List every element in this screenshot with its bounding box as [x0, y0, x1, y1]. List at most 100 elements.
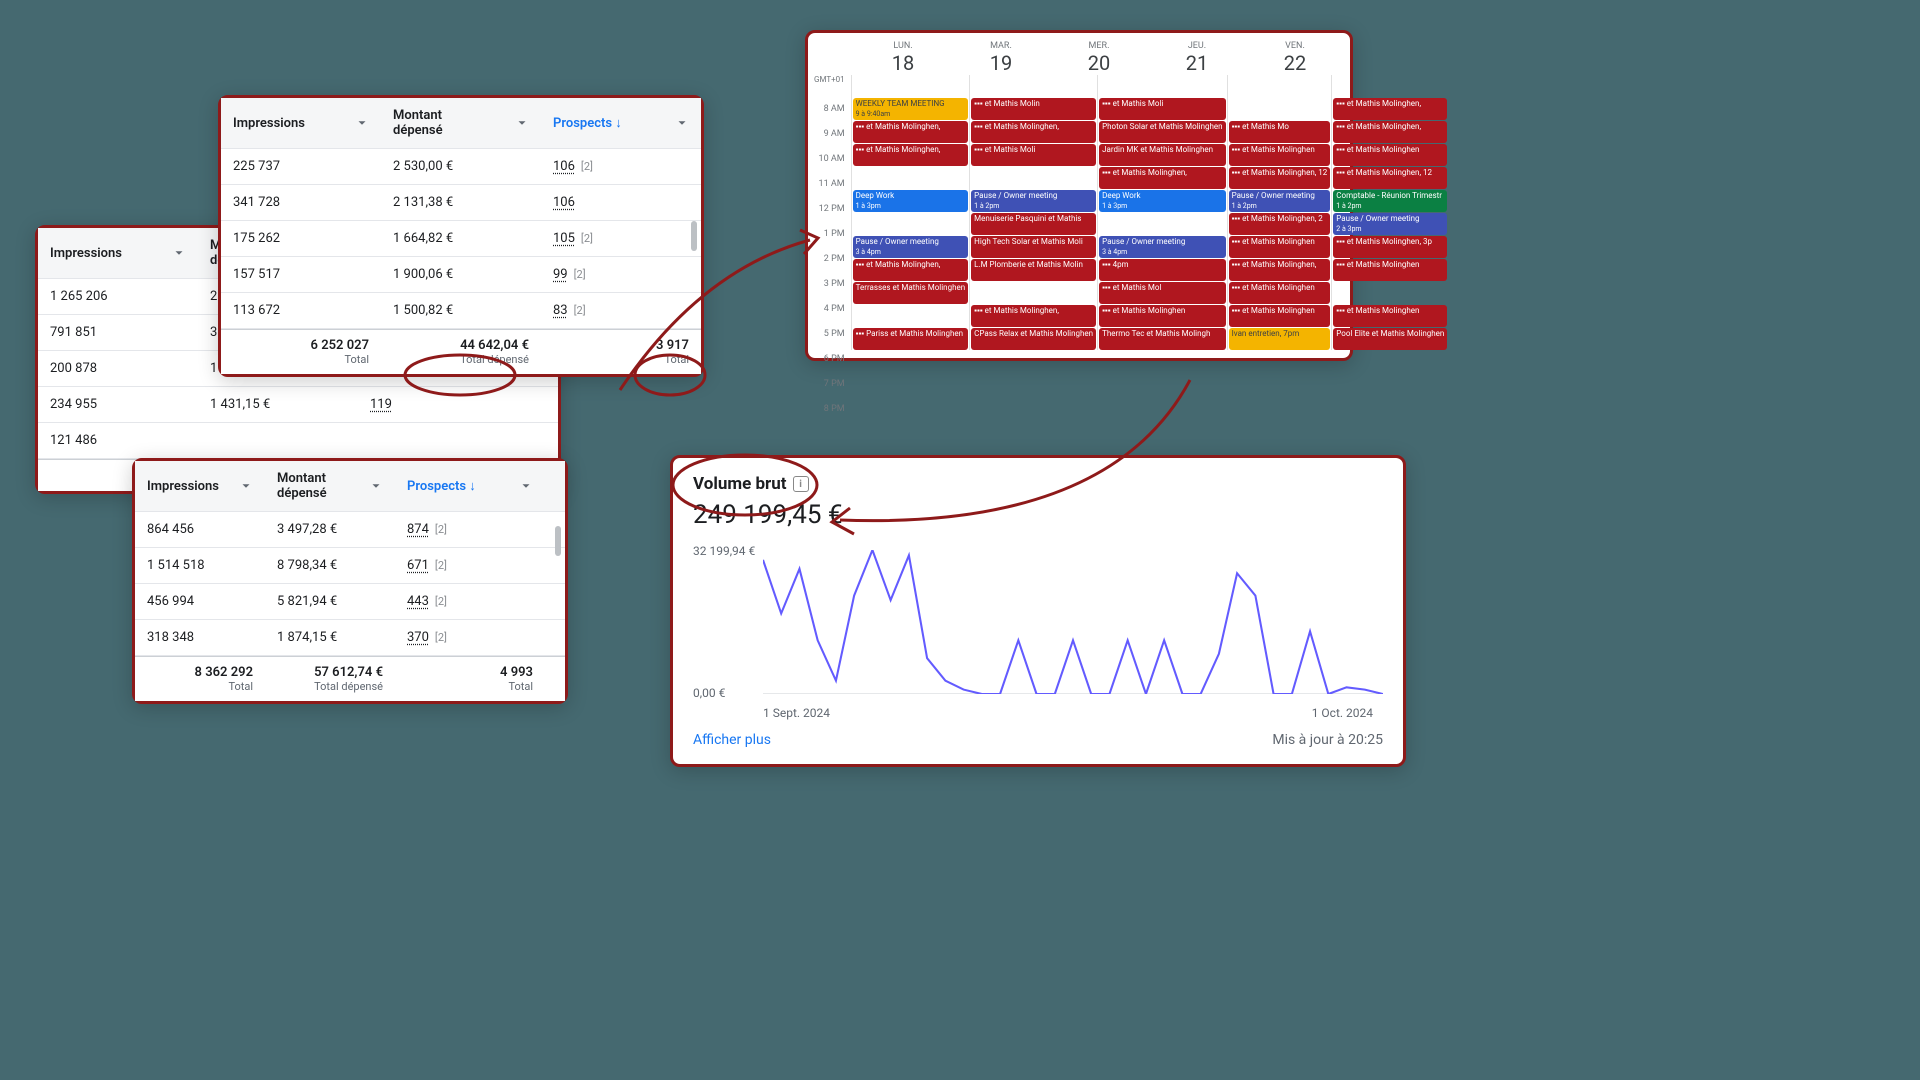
calendar-event[interactable]: ▪▪▪ et Mathis Molinghen, [971, 305, 1096, 327]
calendar-event[interactable]: Comptable - Réunion Trimestr1 à 2pm [1333, 190, 1447, 212]
col-prospects[interactable]: Prospects ↓ [541, 105, 701, 141]
cell-imp: 113 672 [221, 293, 381, 328]
table-row[interactable]: 864 4563 497,28 €874[2] [135, 512, 565, 548]
cell-mon: 8 798,34 € [265, 548, 395, 583]
calendar-event[interactable]: WEEKLY TEAM MEETING9 à 9:40am [853, 98, 969, 120]
tb3-rows: 864 4563 497,28 €874[2]1 514 5188 798,34… [135, 512, 565, 656]
calendar-event[interactable]: ▪▪▪ et Mathis Molinghen [1229, 236, 1331, 258]
col-impressions[interactable]: Impressions [38, 236, 198, 271]
calendar-event[interactable]: Pool Elite et Mathis Molinghen [1333, 328, 1447, 350]
calendar-event[interactable]: Pause / Owner meeting1 à 2pm [971, 190, 1096, 212]
cell-mon: 2 131,38 € [381, 185, 541, 220]
calendar-event[interactable]: Terrasses et Mathis Molinghen [853, 282, 969, 304]
calendar-event[interactable]: ▪▪▪ et Mathis Molinghen, 12 [1229, 167, 1331, 189]
calendar-event[interactable]: ▪▪▪ et Mathis Molinghen, [853, 144, 969, 166]
table-row[interactable]: 456 9945 821,94 €443[2] [135, 584, 565, 620]
cell-pro: 370[2] [395, 620, 545, 655]
calendar-event[interactable]: ▪▪▪ et Mathis Molinghen, [1229, 259, 1331, 281]
calendar-event[interactable]: ▪▪▪ et Mathis Molinghen, [971, 121, 1096, 143]
tb1-rows: 225 7372 530,00 €106[2]341 7282 131,38 €… [221, 149, 701, 329]
calendar-event[interactable]: ▪▪▪ et Mathis Molinghen, [853, 259, 969, 281]
show-more-link[interactable]: Afficher plus [693, 732, 771, 748]
table-row[interactable]: 318 3481 874,15 €370[2] [135, 620, 565, 656]
table-row[interactable]: 113 6721 500,82 €83[2] [221, 293, 701, 329]
abs-col-2: ▪▪▪ et Mathis MoliPhoton Solar et Mathis… [1097, 75, 1227, 350]
calendar-event[interactable]: ▪▪▪ et Mathis Molinghen [1333, 259, 1447, 281]
day-header[interactable]: MER.20 [1050, 41, 1148, 75]
calendar-event[interactable]: ▪▪▪ et Mathis Molinghen, [1333, 98, 1447, 120]
calendar-event[interactable]: Deep Work1 à 3pm [853, 190, 969, 212]
totals-row: 6 252 027Total 44 642,04 €Total dépensé … [221, 329, 701, 374]
scrollbar[interactable] [691, 221, 697, 251]
total-value: 6 252 027 [233, 338, 369, 353]
cell-pro [358, 431, 518, 451]
calendar-event[interactable]: ▪▪▪ et Mathis Moli [971, 144, 1096, 166]
table-row[interactable]: 1 514 5188 798,34 €671[2] [135, 548, 565, 584]
col-prospects[interactable]: Prospects ↓ [395, 468, 545, 504]
calendar-event[interactable]: ▪▪▪ et Mathis Molinghen, 12 [1333, 167, 1447, 189]
calendar-event[interactable]: ▪▪▪ et Mathis Molin [971, 98, 1096, 120]
calendar-event[interactable]: ▪▪▪ Pariss et Mathis Molinghen [853, 328, 969, 350]
calendar-event[interactable]: CPass Relax et Mathis Molinghen [971, 328, 1096, 350]
table-row[interactable]: 341 7282 131,38 €106 [221, 185, 701, 221]
calendar-event[interactable]: Pause / Owner meeting1 à 2pm [1229, 190, 1331, 212]
calendar-event[interactable]: Menuiserie Pasquini et Mathis [971, 213, 1096, 235]
table-row[interactable]: 234 9551 431,15 €119 [38, 387, 558, 423]
y-axis-max: 32 199,94 € [693, 544, 755, 558]
total-value: 3 917 [553, 338, 689, 353]
calendar-event[interactable]: L.M Plomberie et Mathis Molin [971, 259, 1096, 281]
calendar-event[interactable]: High Tech Solar et Mathis Moli [971, 236, 1096, 258]
calendar-event[interactable]: Jardin MK et Mathis Molinghen [1099, 144, 1226, 166]
calendar-event[interactable]: Pause / Owner meeting3 à 4pm [1099, 236, 1226, 258]
calendar-event[interactable]: ▪▪▪ et Mathis Molinghen [1333, 144, 1447, 166]
day-header[interactable]: JEU.21 [1148, 41, 1246, 75]
calendar-event[interactable]: ▪▪▪ et Mathis Molinghen [1229, 305, 1331, 327]
hour-label: 4 PM [814, 304, 845, 329]
calendar-event[interactable]: ▪▪▪ et Mathis Molinghen, 3p [1333, 236, 1447, 258]
calendar-event[interactable]: Photon Solar et Mathis Molinghen [1099, 121, 1226, 143]
calendar-event[interactable]: Pause / Owner meeting2 à 3pm [1333, 213, 1447, 235]
table-row[interactable]: 157 5171 900,06 €99[2] [221, 257, 701, 293]
hour-label: 7 PM [814, 379, 845, 404]
scrollbar[interactable] [555, 526, 561, 556]
calendar-event[interactable]: ▪▪▪ et Mathis Molinghen, [1333, 121, 1447, 143]
calendar-event[interactable]: Deep Work1 à 3pm [1099, 190, 1226, 212]
col-montant[interactable]: Montant dépensé [381, 98, 541, 148]
calendar-panel: LUN.18 MAR.19 MER.20 JEU.21 VEN.22 GMT+0… [805, 30, 1353, 361]
col-impressions[interactable]: Impressions [221, 106, 381, 141]
day-header[interactable]: MAR.19 [952, 41, 1050, 75]
calendar-event[interactable]: Ivan entretien, 7pm [1229, 328, 1331, 350]
table-row[interactable]: 225 7372 530,00 €106[2] [221, 149, 701, 185]
calendar-event[interactable]: ▪▪▪ 4pm [1099, 259, 1226, 281]
chevron-down-icon [519, 479, 533, 493]
chevron-down-icon [369, 479, 383, 493]
cell-mon: 1 900,06 € [381, 257, 541, 292]
calendar-event[interactable]: ▪▪▪ et Mathis Molinghen [1099, 305, 1226, 327]
calendar-event [1333, 282, 1447, 304]
cal-hours: 8 AM9 AM10 AM11 AM12 PM1 PM2 PM3 PM4 PM5… [814, 104, 845, 129]
calendar-event[interactable]: ▪▪▪ et Mathis Molinghen [1333, 305, 1447, 327]
calendar-event[interactable]: ▪▪▪ et Mathis Mol [1099, 282, 1226, 304]
calendar-event[interactable]: ▪▪▪ et Mathis Molinghen [1229, 144, 1331, 166]
calendar-event[interactable]: ▪▪▪ et Mathis Molinghen [1229, 282, 1331, 304]
calendar-event [853, 167, 969, 189]
cell-pro: 443[2] [395, 584, 545, 619]
table-header-row: Impressions Montant dépensé Prospects ↓ [135, 461, 565, 512]
calendar-event[interactable]: Thermo Tec et Mathis Molingh [1099, 328, 1226, 350]
cell-pro: 105[2] [541, 221, 701, 256]
table-row[interactable]: 121 486 [38, 423, 558, 459]
day-header[interactable]: VEN.22 [1246, 41, 1344, 75]
calendar-event[interactable]: ▪▪▪ et Mathis Molinghen, [1099, 167, 1226, 189]
calendar-event[interactable]: Pause / Owner meeting3 à 4pm [853, 236, 969, 258]
calendar-event[interactable]: ▪▪▪ et Mathis Mo [1229, 121, 1331, 143]
calendar-event[interactable]: ▪▪▪ et Mathis Molinghen, [853, 121, 969, 143]
day-header[interactable]: LUN.18 [854, 41, 952, 75]
info-icon[interactable]: i [793, 476, 809, 492]
cell-pro: 106[2] [541, 149, 701, 184]
calendar-event[interactable]: ▪▪▪ et Mathis Moli [1099, 98, 1226, 120]
calendar-event [1333, 75, 1447, 97]
calendar-event[interactable]: ▪▪▪ et Mathis Molinghen, 2 [1229, 213, 1331, 235]
col-montant[interactable]: Montant dépensé [265, 461, 395, 511]
col-impressions[interactable]: Impressions [135, 469, 265, 504]
table-row[interactable]: 175 2621 664,82 €105[2] [221, 221, 701, 257]
